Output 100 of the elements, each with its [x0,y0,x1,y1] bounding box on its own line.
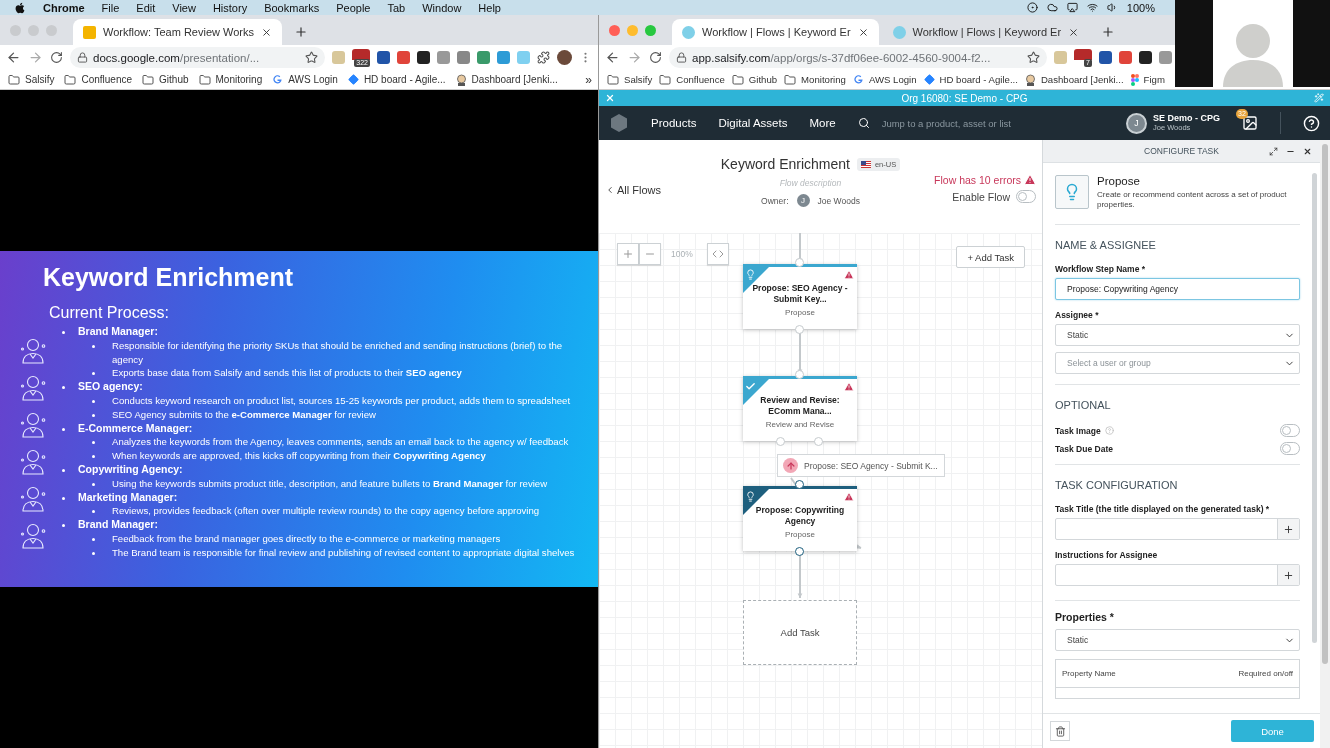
browser-tab[interactable]: Workflow: Team Review Works [73,19,282,45]
bookmark-link[interactable]: AWS Login [852,74,917,85]
bookmark-link[interactable]: AWS Login [272,74,338,85]
extension-icon[interactable] [377,51,390,64]
step-name-field[interactable]: Propose: Copywriting Agency [1055,278,1300,300]
menu-item[interactable]: Chrome [43,1,85,14]
bullet-text: Reviews, provides feedback (often over multiple review rounds) to the copy agency before approving [112,504,540,519]
bookmark-link[interactable]: Salsify [8,73,55,86]
user-avatar[interactable]: J [1126,112,1147,134]
close-icon[interactable] [857,26,869,38]
search-field[interactable]: Jump to a product, asset or list [879,116,1060,130]
bookmark-link[interactable]: HD board - Agile... [347,74,446,85]
connection-port[interactable] [795,480,804,489]
connection-port[interactable] [795,547,804,556]
reload-icon[interactable] [50,51,63,64]
bookmark-link[interactable]: Dashboard [Jenki... [455,73,558,86]
menu-item[interactable]: Tab [387,1,406,14]
back-link[interactable]: All Flows [605,184,711,196]
hexagon-logo-icon[interactable] [609,113,629,133]
wifi-icon[interactable] [1086,2,1098,13]
role-heading: Marketing Manager: [78,490,178,505]
menu-item[interactable]: Window [422,1,462,14]
back-icon[interactable] [605,50,620,65]
menu-item[interactable]: People [336,1,371,14]
delete-button[interactable] [1050,721,1070,741]
nav-link[interactable]: Digital Assets [718,117,788,129]
assignee-type-select[interactable]: Static [1055,324,1300,346]
lock-icon [676,52,687,63]
error-summary[interactable]: Flow has 10 errors [934,174,1036,186]
close-icon[interactable] [1303,146,1312,156]
linked-step-chip[interactable]: Propose: SEO Agency - Submit K... [777,454,945,477]
apple-logo-icon[interactable] [14,1,26,14]
task-node[interactable]: Review and Revise: EComm Mana... Review and Revise [743,376,857,441]
code-view-button[interactable] [706,243,729,265]
close-icon[interactable] [261,26,272,38]
cloud-icon[interactable] [1046,2,1058,13]
enable-flow-toggle[interactable] [1016,190,1036,203]
bookmark-star-icon[interactable] [1027,51,1040,64]
browser-tab[interactable]: Workflow | Flows | Keyword Er [882,19,1090,45]
nav-link[interactable]: More [809,117,836,129]
nav-link[interactable]: Products [651,117,697,129]
magic-wand-icon[interactable] [1314,93,1324,103]
menu-item[interactable]: View [172,1,196,14]
scrollbar-thumb[interactable] [1312,173,1317,643]
zoom-window-button[interactable] [645,24,656,36]
option-toggle[interactable] [1280,442,1300,455]
bookmark-link[interactable]: Confluence [64,73,133,86]
zoom-in-button[interactable] [617,243,639,265]
close-icon[interactable] [1068,26,1080,38]
bookmark-link[interactable]: Salsify [607,73,653,86]
circle-icon[interactable] [1026,2,1038,13]
back-icon[interactable] [6,50,21,65]
task-title-field[interactable] [1055,518,1300,540]
menu-item[interactable]: History [212,1,248,14]
bullet-text: Conducts keyword research on product list, sources 15-25 keywords per product, adds them to spreadsheet [112,394,571,408]
description-field[interactable]: Flow description [750,177,871,189]
volume-icon[interactable] [1106,2,1118,13]
bullet-icon [92,441,95,445]
lightbulb-icon [745,269,756,280]
extension-icon[interactable] [417,51,430,64]
puzzle-icon[interactable] [537,51,550,64]
menu-item[interactable]: Edit [136,1,156,14]
menu-item[interactable]: File [101,1,120,14]
zoom-out-button[interactable] [639,243,661,265]
insert-button[interactable] [1277,565,1299,585]
add-task-button[interactable]: + Add Task [956,246,1025,268]
bookmark-link[interactable]: Confluence [659,73,725,86]
option-toggle[interactable] [1280,424,1300,437]
add-task-placeholder[interactable]: Add Task [743,600,857,665]
menu-item[interactable]: Help [478,1,501,14]
role-heading: SEO agency: [78,380,143,394]
task-node[interactable]: Propose: SEO Agency - Submit Key... Propose [743,264,857,329]
extension-icon[interactable] [1139,51,1152,64]
task-node[interactable]: Propose: Copywriting Agency Propose [743,486,857,551]
screen-share-icon[interactable] [1066,2,1078,13]
forward-icon[interactable] [28,50,43,65]
address-bar[interactable]: docs.google.com/presentation/... [70,47,325,68]
menu-item[interactable]: Bookmarks [264,1,320,14]
close-window-button[interactable] [609,24,620,36]
scrollbar-thumb[interactable] [1322,144,1328,664]
address-bar[interactable]: app.salsify.com/app/orgs/s-37df06ee-6002-4560-9004-f2... [669,47,1047,68]
bookmark-link[interactable]: Monitoring [198,73,263,86]
insert-button[interactable] [1277,519,1299,539]
bookmark-link[interactable]: Github [731,73,778,86]
browser-tab[interactable]: Workflow | Flows | Keyword Er [672,19,879,45]
instructions-field[interactable] [1055,564,1300,586]
bookmark-link[interactable]: Dashboard [Jenki... [1024,73,1124,86]
properties-select[interactable]: Static [1055,629,1300,651]
bookmark-link[interactable]: Github [142,73,189,86]
bookmarks-overflow-button[interactable]: » [585,72,592,87]
reload-icon[interactable] [649,51,662,64]
task-node-title: Propose: SEO Agency - Submit Key... [751,283,849,304]
bookmark-star-icon[interactable] [305,51,318,64]
forward-icon[interactable] [627,50,642,65]
bookmark-link[interactable]: Monitoring [784,73,846,86]
expand-icon[interactable] [1269,146,1278,156]
profile-avatar[interactable] [557,50,572,65]
bookmark-link[interactable]: Figm [1130,73,1165,86]
bookmark-link[interactable]: HD board - Agile... [923,74,1018,85]
extension-icon[interactable] [1099,51,1112,64]
